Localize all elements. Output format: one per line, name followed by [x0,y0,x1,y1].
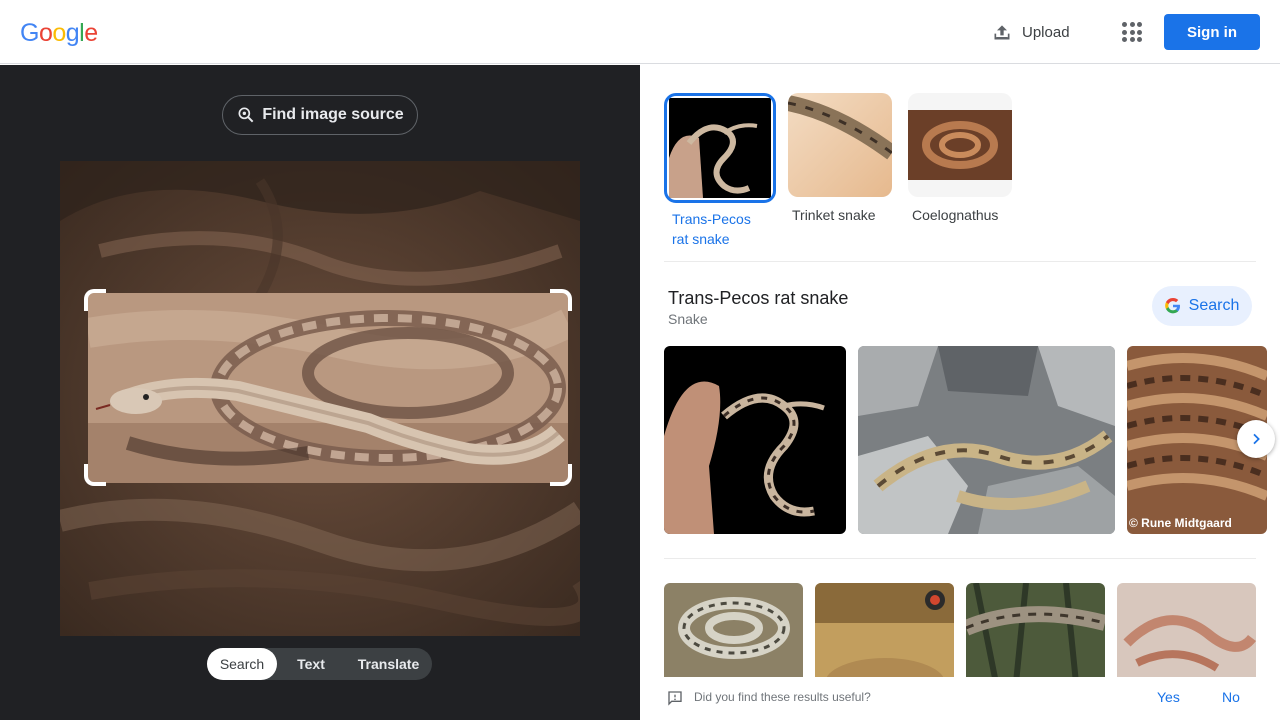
result-image[interactable] [664,346,846,534]
logo-letter: o [38,19,53,47]
crop-handle-bottom-right[interactable] [550,464,572,486]
lens-search-icon [238,107,254,123]
result-image[interactable] [858,346,1115,534]
google-search-label: Search [1188,297,1240,314]
feedback-icon [668,691,682,706]
logo-letter: G [20,19,39,47]
find-image-source-label: Find image source [262,106,404,123]
divider [664,558,1256,559]
mode-tabs: Search Text Translate [207,648,432,680]
upload-button[interactable]: Upload [992,18,1070,46]
match-card[interactable]: Trinket snake [788,93,892,225]
match-thumbnail [664,93,776,203]
divider [664,261,1256,262]
google-search-button[interactable]: Search [1152,286,1252,326]
find-image-source-button[interactable]: Find image source [222,95,418,135]
tab-translate[interactable]: Translate [345,648,432,680]
image-watermark: © Rune Midtgaard [1129,516,1232,530]
feedback-bar: Did you find these results useful? Yes N… [640,677,1280,720]
carousel-next-button[interactable] [1237,420,1275,458]
logo-letter: g [65,19,80,47]
header: Google Upload Sign in [0,0,1280,64]
result-image[interactable] [966,583,1105,683]
tab-search[interactable]: Search [207,648,277,680]
result-image[interactable] [815,583,954,683]
entity-title[interactable]: Trans-Pecos rat snake [668,288,848,309]
apps-grid-icon[interactable] [1118,18,1146,46]
crop-handle-top-right[interactable] [550,289,572,311]
result-image[interactable] [664,583,803,683]
feedback-question: Did you find these results useful? [694,690,871,704]
match-card[interactable]: Trans-Pecos rat snake [664,93,776,249]
match-label: Coelognathus [912,207,999,223]
match-thumbnail [908,93,1012,197]
logo-letter: o [52,19,66,47]
crop-handle-top-left[interactable] [84,289,106,311]
result-image[interactable] [1117,583,1256,683]
tab-text[interactable]: Text [277,648,345,680]
image-panel: Find image source Search Text Translate [0,65,640,720]
results-panel: Trans-Pecos rat snake Trinket snake Coel… [640,65,1280,720]
google-g-icon [1164,298,1180,314]
crop-region[interactable] [85,293,575,483]
match-thumbnail [788,93,892,197]
upload-label: Upload [1022,23,1070,41]
match-label: Trans-Pecos rat snake [672,211,751,247]
sign-in-button[interactable]: Sign in [1164,14,1260,50]
google-logo[interactable]: Google [20,19,98,48]
entity-subtitle: Snake [668,311,708,327]
feedback-yes-button[interactable]: Yes [1157,689,1180,705]
upload-icon [994,25,1010,40]
chevron-right-icon [1253,433,1260,445]
crop-handle-bottom-left[interactable] [84,464,106,486]
logo-letter: e [84,19,98,47]
feedback-no-button[interactable]: No [1222,689,1240,705]
match-card[interactable]: Coelognathus [908,93,1012,225]
match-label: Trinket snake [792,207,876,223]
